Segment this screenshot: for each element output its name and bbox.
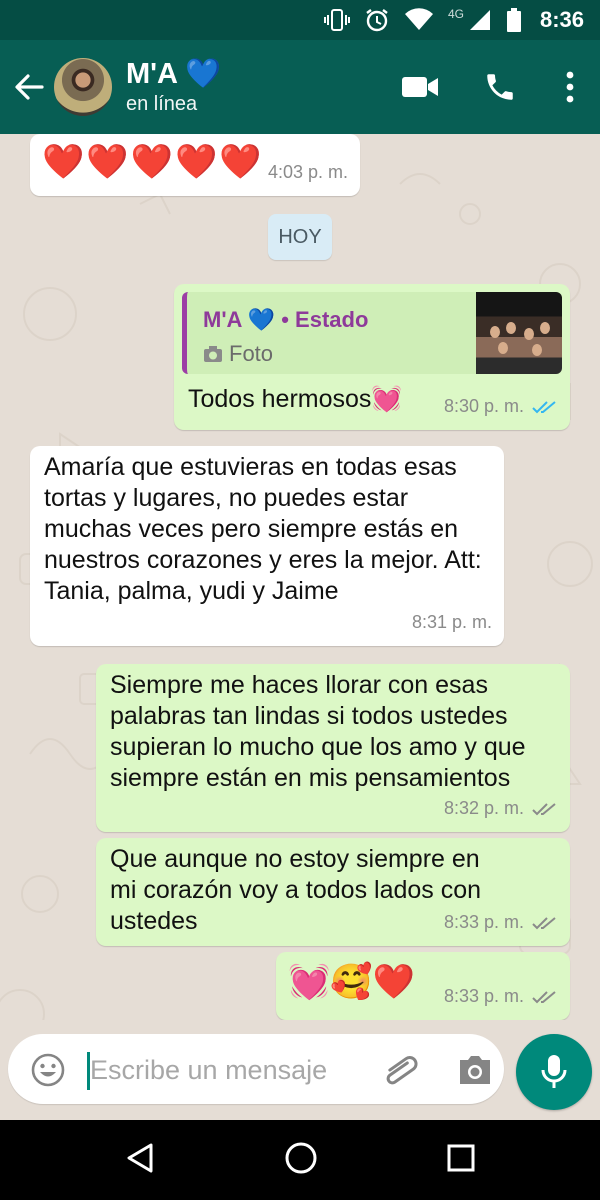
message-meta: 8:31 p. m. [412, 607, 492, 638]
quoted-status[interactable]: M'A 💙 • Estado Foto [182, 292, 562, 374]
message-time: 8:33 p. m. [443, 986, 524, 1006]
message-text: Siempre me haces llorar con esas palabra… [110, 671, 526, 792]
day-divider: HOY [268, 214, 332, 260]
emoji-button[interactable] [30, 1052, 66, 1093]
nav-back-button[interactable] [123, 1141, 157, 1180]
alarm-icon [364, 7, 390, 33]
back-button[interactable] [4, 40, 54, 134]
message-incoming[interactable]: ❤️❤️❤️❤️❤️ 4:03 p. m. [30, 134, 360, 196]
contact-status: en línea [126, 93, 198, 115]
vibrate-icon [323, 7, 350, 33]
video-call-button[interactable] [380, 40, 460, 134]
smiley-icon [31, 1053, 65, 1087]
voice-call-button[interactable] [460, 40, 540, 134]
message-meta: 4:03 p. m. [268, 157, 348, 188]
nav-home-button[interactable] [283, 1140, 319, 1181]
message-text: Amaría que estuvieras en todas esas tort… [44, 453, 482, 605]
message-time: 8:31 p. m. [411, 612, 492, 632]
paperclip-icon [386, 1056, 418, 1085]
camera-icon [460, 1056, 490, 1084]
triangle-back-icon [127, 1143, 153, 1172]
message-time: 8:33 p. m. [443, 912, 524, 932]
message-text: Todos hermosos💓 [188, 385, 403, 413]
message-emoji: 💓🥰❤️ [288, 963, 416, 1001]
message-outgoing[interactable]: Siempre me haces llorar con esas palabra… [96, 664, 570, 832]
camera-icon [204, 345, 222, 362]
signal-icon [468, 8, 492, 32]
message-outgoing[interactable]: 💓🥰❤️ 8:33 p. m. [276, 952, 570, 1020]
message-meta: 8:33 p. m. [444, 907, 558, 938]
video-call-icon [402, 77, 438, 97]
clock: 8:36 [539, 7, 584, 32]
delivered-ticks-icon [532, 915, 558, 931]
status-thumbnail [476, 292, 562, 374]
contact-name: M'A 💙 [126, 58, 222, 90]
phone-icon [487, 74, 513, 100]
message-time: 8:32 p. m. [443, 798, 524, 818]
chat-header: M'A 💙 en línea [0, 40, 600, 134]
circle-home-icon [285, 1142, 317, 1173]
message-input[interactable] [90, 1048, 370, 1092]
message-meta: 8:32 p. m. [444, 793, 558, 824]
back-arrow-icon [15, 74, 44, 100]
message-meta: 8:33 p. m. [444, 981, 558, 1012]
quote-kind-label: Foto [229, 341, 274, 366]
square-recents-icon [447, 1144, 475, 1171]
status-bar: 4G 8:36 [0, 0, 600, 40]
microphone-icon [541, 1055, 567, 1088]
wifi-icon [404, 7, 434, 33]
system-nav-bar [0, 1120, 600, 1200]
message-time: 4:03 p. m. [267, 162, 348, 182]
attach-button[interactable] [382, 1052, 420, 1093]
battery-icon [506, 7, 522, 33]
network-type: 4G [447, 7, 464, 21]
more-options-button[interactable] [540, 40, 600, 134]
message-outgoing[interactable]: Que aunque no estoy siempre en mi corazó… [96, 838, 570, 946]
message-incoming[interactable]: Amaría que estuvieras en todas esas tort… [30, 446, 504, 646]
conversation[interactable]: ❤️❤️❤️❤️❤️ 4:03 p. m. HOY M'A 💙 • Estado… [0, 134, 600, 1020]
voice-message-button[interactable] [516, 1034, 592, 1110]
message-emoji: ❤️❤️❤️❤️❤️ [42, 143, 264, 181]
read-ticks-icon [532, 399, 558, 415]
delivered-ticks-icon [532, 989, 558, 1005]
message-time: 8:30 p. m. [443, 396, 524, 416]
contact-info[interactable]: M'A 💙 en línea [126, 57, 380, 117]
nav-recents-button[interactable] [445, 1142, 477, 1179]
composer [0, 1020, 600, 1120]
avatar[interactable] [54, 58, 112, 116]
more-icon [566, 71, 574, 103]
message-field[interactable] [8, 1034, 504, 1104]
quote-kind: Foto [203, 338, 273, 369]
message-meta: 8:30 p. m. [444, 391, 558, 422]
camera-button[interactable] [456, 1052, 494, 1093]
quote-author: M'A 💙 • Estado [203, 307, 369, 332]
delivered-ticks-icon [532, 801, 558, 817]
message-text: Que aunque no estoy siempre en mi corazó… [110, 845, 482, 935]
message-outgoing-reply[interactable]: M'A 💙 • Estado Foto Todos hermosos💓 8:30… [174, 284, 570, 430]
